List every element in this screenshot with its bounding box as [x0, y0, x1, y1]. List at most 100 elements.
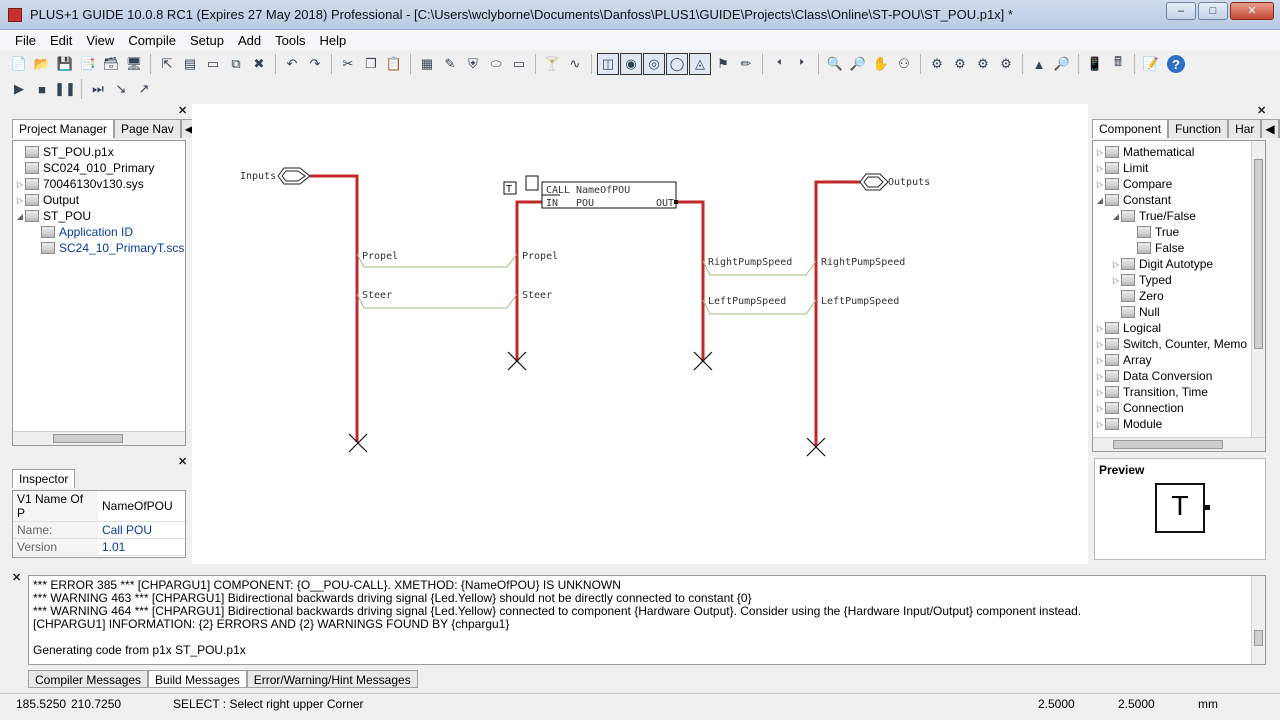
tab-compiler-messages[interactable]: Compiler Messages — [28, 670, 149, 688]
tab-page-nav[interactable]: Page Nav — [114, 119, 181, 138]
step-into-icon[interactable]: ↘ — [110, 78, 132, 100]
cut-icon[interactable]: ✂ — [337, 53, 359, 75]
signal-right-pump-speed[interactable]: RightPumpSpeed RightPumpSpeed — [702, 257, 905, 276]
help-icon[interactable]: ? — [1167, 55, 1185, 73]
ellipse-icon[interactable]: ⬭ — [485, 53, 507, 75]
component-tree-item[interactable]: ▷ Logical — [1095, 320, 1263, 336]
redo-icon[interactable]: ↷ — [304, 53, 326, 75]
tree-expander-icon[interactable]: ◢ — [15, 212, 25, 221]
run-icon[interactable]: ▶ — [8, 78, 30, 100]
component-tree-item[interactable]: ▷ Mathematical — [1095, 144, 1263, 160]
glass-icon[interactable]: 🍸 — [541, 53, 563, 75]
close-panel-icon[interactable]: ✕ — [12, 571, 21, 584]
tree-expander-icon[interactable]: ▷ — [1095, 372, 1105, 381]
project-tree-item[interactable]: Application ID — [15, 224, 183, 240]
menu-view[interactable]: View — [79, 33, 121, 48]
delete-page-icon[interactable]: ✖ — [248, 53, 270, 75]
page-icon[interactable]: ▤ — [179, 53, 201, 75]
component-tree-item[interactable]: Zero — [1095, 288, 1263, 304]
save-as-icon[interactable]: 📑 — [77, 53, 99, 75]
component-tree-item[interactable]: ▷ Limit — [1095, 160, 1263, 176]
project-tree-item[interactable]: ST_POU.p1x — [15, 144, 183, 160]
inputs-port[interactable]: Inputs — [240, 167, 311, 185]
close-panel-icon[interactable]: ✕ — [1257, 104, 1266, 117]
tree-expander-icon[interactable]: ▷ — [1111, 260, 1121, 269]
inspect-icon[interactable]: 🔎 — [1051, 53, 1073, 75]
tree-expander-icon[interactable]: ▷ — [1095, 420, 1105, 429]
tab-error-warning-hint-messages[interactable]: Error/Warning/Hint Messages — [246, 670, 418, 688]
scrollbar-thumb[interactable] — [1113, 440, 1223, 449]
menu-help[interactable]: Help — [312, 33, 353, 48]
shield-icon[interactable]: ⛨ — [462, 53, 484, 75]
tab-scroll-left-icon[interactable]: ◀ — [1261, 119, 1279, 138]
step-over-icon[interactable]: ↗ — [133, 78, 155, 100]
stamp-icon[interactable]: ⚑ — [712, 53, 734, 75]
project-tree-item[interactable]: ▷ Output — [15, 192, 183, 208]
project-tree-item[interactable]: ▷ 70046130v130.sys — [15, 176, 183, 192]
component-tree-item[interactable]: ▷ Typed — [1095, 272, 1263, 288]
component-tree-item[interactable]: ◢ Constant — [1095, 192, 1263, 208]
arrow-right-icon[interactable]: 🢒 — [791, 53, 813, 75]
tab-function[interactable]: Function — [1168, 119, 1229, 138]
window-icon[interactable]: ▭ — [202, 53, 224, 75]
inspector-header-value[interactable]: NameOfPOU — [98, 491, 185, 522]
inspector-value-name[interactable]: Call POU — [98, 521, 185, 539]
close-button[interactable]: ✕ — [1230, 2, 1274, 20]
tree-expander-icon[interactable]: ▷ — [1095, 404, 1105, 413]
tree-expander-icon[interactable]: ▷ — [1095, 388, 1105, 397]
menu-file[interactable]: File — [8, 33, 43, 48]
circle-view-icon[interactable]: ◎ — [643, 53, 665, 75]
component-tree-item[interactable]: ▷ Connection — [1095, 400, 1263, 416]
stop-icon[interactable]: ■ — [31, 78, 53, 100]
component-tree-item[interactable]: ◢ True/False — [1095, 208, 1263, 224]
tree-expander-icon[interactable]: ▷ — [1095, 180, 1105, 189]
maximize-button[interactable]: □ — [1198, 2, 1228, 20]
close-panel-icon[interactable]: ✕ — [178, 455, 187, 468]
save-icon[interactable]: 💾 — [54, 53, 76, 75]
step-icon[interactable]: ⏭ — [87, 78, 109, 100]
tab-inspector[interactable]: Inspector — [12, 469, 76, 488]
component-tree-item[interactable]: ▷ Switch, Counter, Memo — [1095, 336, 1263, 352]
outputs-port[interactable]: Outputs — [859, 173, 930, 191]
minimize-button[interactable]: – — [1166, 2, 1196, 20]
menu-add[interactable]: Add — [231, 33, 268, 48]
scrollbar-thumb[interactable] — [53, 434, 123, 443]
horizontal-scrollbar[interactable] — [13, 431, 185, 445]
tree-expander-icon[interactable]: ▷ — [1095, 164, 1105, 173]
horizontal-scrollbar[interactable] — [1093, 437, 1265, 451]
component-tree-item[interactable]: True — [1095, 224, 1263, 240]
menu-setup[interactable]: Setup — [183, 33, 231, 48]
scrollbar-thumb[interactable] — [1254, 630, 1263, 646]
tree-expander-icon[interactable]: ▷ — [1111, 276, 1121, 285]
pointer-icon[interactable]: ⇱ — [156, 53, 178, 75]
component-tree-item[interactable]: ▷ Module — [1095, 416, 1263, 432]
target-view-icon[interactable]: ◯ — [666, 53, 688, 75]
vertical-scrollbar[interactable] — [1251, 576, 1265, 664]
project-tree-item[interactable]: SC24_10_PrimaryT.scs — [15, 240, 184, 256]
brush-icon[interactable]: ✏ — [735, 53, 757, 75]
zoom-out-icon[interactable]: 🔎 — [847, 53, 869, 75]
arrow-left-icon[interactable]: 🢐 — [768, 53, 790, 75]
upload-icon[interactable]: ▲ — [1028, 53, 1050, 75]
signal-steer[interactable]: Steer Steer — [356, 290, 552, 309]
edit-window-icon[interactable]: 📝 — [1140, 53, 1162, 75]
scrollbar-thumb[interactable] — [1254, 159, 1263, 349]
tab-component[interactable]: Component — [1092, 119, 1169, 138]
tree-expander-icon[interactable]: ◢ — [1095, 196, 1105, 205]
input-bus-wire[interactable] — [310, 174, 359, 442]
gear-icon[interactable]: ⚙ — [926, 53, 948, 75]
call-pou-block[interactable]: T CALL NameOfPOU IN POU OUT — [503, 175, 678, 209]
gear-stop-icon[interactable]: ⚙ — [995, 53, 1017, 75]
copy-icon[interactable]: ❐ — [360, 53, 382, 75]
rounded-rect-icon[interactable]: ▭ — [508, 53, 530, 75]
pencil-icon[interactable]: ✎ — [439, 53, 461, 75]
tab-project-manager[interactable]: Project Manager — [12, 119, 115, 138]
tree-expander-icon[interactable]: ▷ — [15, 196, 25, 205]
save-all-icon[interactable]: 🗃 — [100, 53, 122, 75]
open-folder-icon[interactable]: 📂 — [31, 53, 53, 75]
call-input-wire[interactable] — [515, 200, 542, 362]
component-tree-item[interactable]: Null — [1095, 304, 1263, 320]
component-tree-item[interactable]: False — [1095, 240, 1263, 256]
tree-expander-icon[interactable]: ▷ — [1095, 148, 1105, 157]
tree-expander-icon[interactable]: ▷ — [1095, 324, 1105, 333]
